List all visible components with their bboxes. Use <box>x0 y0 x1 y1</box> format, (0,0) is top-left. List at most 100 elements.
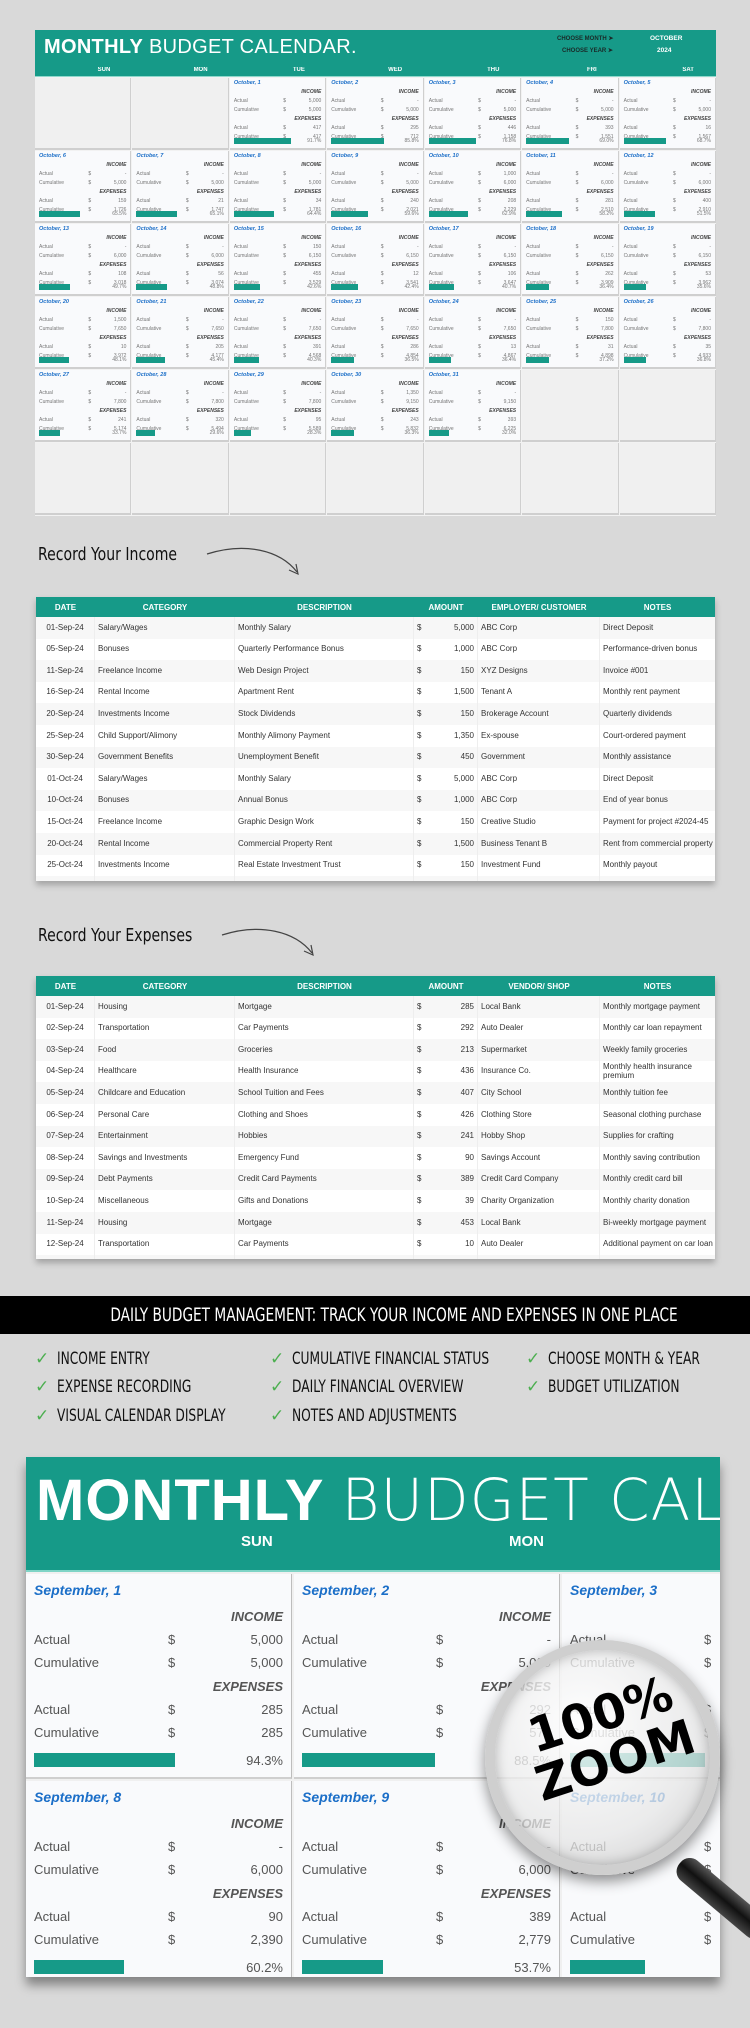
empty-cell[interactable] <box>600 876 715 881</box>
day-cell[interactable]: October, 8 INCOME Actual $ - Cumulative $5,000… <box>229 151 327 223</box>
day-cell[interactable]: October, 22 INCOME Actual $ - Cumulative $7,65… <box>229 297 327 369</box>
amount-cell[interactable]: 150 <box>432 854 478 877</box>
day-cell[interactable]: October, 26 INCOME Actual $ - Cumulative $7,80… <box>619 297 716 369</box>
currency-cell[interactable]: $ <box>414 1212 432 1234</box>
amount-cell[interactable]: 5,000 <box>432 768 478 790</box>
day-cell[interactable]: October, 28 INCOME Actual $ - Cumulative $7,80… <box>132 370 229 442</box>
empty-cell[interactable] <box>36 1255 95 1259</box>
party-cell[interactable]: Local Bank <box>478 1211 600 1234</box>
category-cell[interactable]: Childcare and Education <box>95 1082 235 1104</box>
amount-cell[interactable]: 90 <box>432 1147 478 1169</box>
description-cell[interactable]: Groceries <box>235 1039 414 1061</box>
currency-cell[interactable]: $ <box>414 1126 432 1148</box>
table-row[interactable]: 20-Oct-24 Rental Income Commercial Propert… <box>36 832 715 855</box>
category-cell[interactable]: Freelance Income <box>95 811 235 833</box>
day-cell[interactable]: September, 1 INCOME Actual $5,000 Cumulative… <box>26 1574 292 1779</box>
date-cell[interactable]: 30-Sep-24 <box>36 746 95 769</box>
currency-cell[interactable]: $ <box>414 1082 432 1104</box>
date-cell[interactable]: 11-Sep-24 <box>36 1211 95 1234</box>
day-cell[interactable]: October, 14 INCOME Actual $ - Cumulative $6,00… <box>132 224 229 296</box>
description-cell[interactable]: Graphic Design Work <box>235 811 414 833</box>
day-cell[interactable]: October, 10 INCOME Actual $1,000 Cumulative $… <box>424 151 522 223</box>
date-cell[interactable]: 12-Sep-24 <box>36 1233 95 1256</box>
category-cell[interactable]: Government Benefits <box>95 746 235 769</box>
day-cell[interactable]: September, 8 INCOME Actual $ - Cumulative $6,0… <box>26 1781 292 1977</box>
date-cell[interactable]: 10-Sep-24 <box>36 1190 95 1212</box>
description-cell[interactable]: Commercial Property Rent <box>235 832 414 855</box>
currency-cell[interactable]: $ <box>414 1147 432 1169</box>
table-row-empty[interactable] <box>36 876 715 881</box>
amount-cell[interactable]: 1,350 <box>432 724 478 747</box>
day-cell[interactable]: October, 31 INCOME Actual $ - Cumulative $9,15… <box>424 370 522 442</box>
date-cell[interactable]: 01-Sep-24 <box>36 996 95 1018</box>
notes-cell[interactable]: Quarterly dividends <box>600 703 715 725</box>
notes-cell[interactable]: Additional payment on car loan <box>600 1234 715 1256</box>
empty-cell[interactable] <box>600 1255 715 1259</box>
amount-cell[interactable]: 292 <box>432 1017 478 1040</box>
currency-cell[interactable]: $ <box>414 1234 432 1256</box>
empty-cell[interactable] <box>432 1255 478 1259</box>
description-cell[interactable]: Web Design Project <box>235 660 414 682</box>
day-cell[interactable]: October, 15 INCOME Actual $150 Cumulative $6,… <box>229 224 327 296</box>
party-cell[interactable]: ABC Corp <box>478 638 600 661</box>
amount-cell[interactable]: 5,000 <box>432 617 478 639</box>
day-cell[interactable]: October, 24 INCOME Actual $ - Cumulative $7,65… <box>424 297 522 369</box>
party-cell[interactable]: Brokerage Account <box>478 703 600 725</box>
day-cell[interactable]: October, 4 INCOME Actual $ - Cumulative $5,000… <box>522 78 619 150</box>
day-cell[interactable]: October, 25 INCOME Actual $150 Cumulative $7,… <box>522 297 619 369</box>
category-cell[interactable]: Freelance Income <box>95 660 235 682</box>
day-cell[interactable]: October, 5 INCOME Actual $ - Cumulative $5,000… <box>619 78 716 150</box>
category-cell[interactable]: Personal Care <box>95 1103 235 1126</box>
amount-cell[interactable]: 241 <box>432 1125 478 1148</box>
table-row[interactable]: 01-Sep-24 Housing Mortgage $285 Local Bank Mo… <box>36 996 715 1018</box>
notes-cell[interactable]: End of year bonus <box>600 790 715 812</box>
empty-cell[interactable] <box>414 1255 432 1259</box>
description-cell[interactable]: Clothing and Shoes <box>235 1103 414 1126</box>
table-row[interactable]: 09-Sep-24 Debt Payments Credit Card Paymen… <box>36 1168 715 1191</box>
amount-cell[interactable]: 213 <box>432 1039 478 1061</box>
category-cell[interactable]: Housing <box>95 996 235 1018</box>
notes-cell[interactable]: Bi-weekly mortgage payment <box>600 1212 715 1234</box>
amount-cell[interactable]: 150 <box>432 811 478 833</box>
table-row[interactable]: 05-Sep-24 Bonuses Quarterly Performance Bo… <box>36 638 715 661</box>
notes-cell[interactable]: Direct Deposit <box>600 617 715 639</box>
category-cell[interactable]: Salary/Wages <box>95 768 235 790</box>
notes-cell[interactable]: Monthly health insurance premium <box>600 1061 715 1083</box>
category-cell[interactable]: Savings and Investments <box>95 1147 235 1169</box>
currency-cell[interactable]: $ <box>414 855 432 877</box>
category-cell[interactable]: Transportation <box>95 1017 235 1040</box>
currency-cell[interactable]: $ <box>414 1169 432 1191</box>
day-cell[interactable]: October, 7 INCOME Actual $ - Cumulative $5,000… <box>132 151 229 223</box>
amount-cell[interactable]: 10 <box>432 1233 478 1256</box>
date-cell[interactable]: 16-Sep-24 <box>36 681 95 704</box>
empty-cell[interactable] <box>414 876 432 881</box>
category-cell[interactable]: Rental Income <box>95 832 235 855</box>
empty-cell[interactable] <box>478 1255 600 1259</box>
empty-cell[interactable] <box>36 876 95 881</box>
day-cell[interactable]: October, 1 INCOME Actual $5,000 Cumulative $5… <box>229 78 327 150</box>
amount-cell[interactable]: 150 <box>432 660 478 682</box>
currency-cell[interactable]: $ <box>414 811 432 833</box>
category-cell[interactable]: Bonuses <box>95 638 235 661</box>
table-row[interactable]: 04-Sep-24 Healthcare Health Insurance $436 I… <box>36 1060 715 1083</box>
amount-cell[interactable]: 1,500 <box>432 832 478 855</box>
description-cell[interactable]: Mortgage <box>235 1211 414 1234</box>
day-cell[interactable]: October, 19 INCOME Actual $ - Cumulative $6,15… <box>619 224 716 296</box>
category-cell[interactable]: Healthcare <box>95 1060 235 1083</box>
amount-cell[interactable]: 426 <box>432 1103 478 1126</box>
party-cell[interactable]: Insurance Co. <box>478 1060 600 1083</box>
description-cell[interactable]: Monthly Alimony Payment <box>235 724 414 747</box>
party-cell[interactable]: Government <box>478 746 600 769</box>
notes-cell[interactable]: Monthly mortgage payment <box>600 996 715 1018</box>
party-cell[interactable]: Supermarket <box>478 1039 600 1061</box>
day-cell[interactable]: October, 3 INCOME Actual $ - Cumulative $5,000… <box>424 78 522 150</box>
date-cell[interactable]: 03-Sep-24 <box>36 1039 95 1061</box>
category-cell[interactable]: Bonuses <box>95 789 235 812</box>
category-cell[interactable]: Investments Income <box>95 854 235 877</box>
table-row[interactable]: 11-Sep-24 Freelance Income Web Design Proj… <box>36 660 715 682</box>
category-cell[interactable]: Debt Payments <box>95 1168 235 1191</box>
description-cell[interactable]: Annual Bonus <box>235 789 414 812</box>
party-cell[interactable]: Investment Fund <box>478 854 600 877</box>
category-cell[interactable]: Miscellaneous <box>95 1190 235 1212</box>
party-cell[interactable]: Savings Account <box>478 1147 600 1169</box>
